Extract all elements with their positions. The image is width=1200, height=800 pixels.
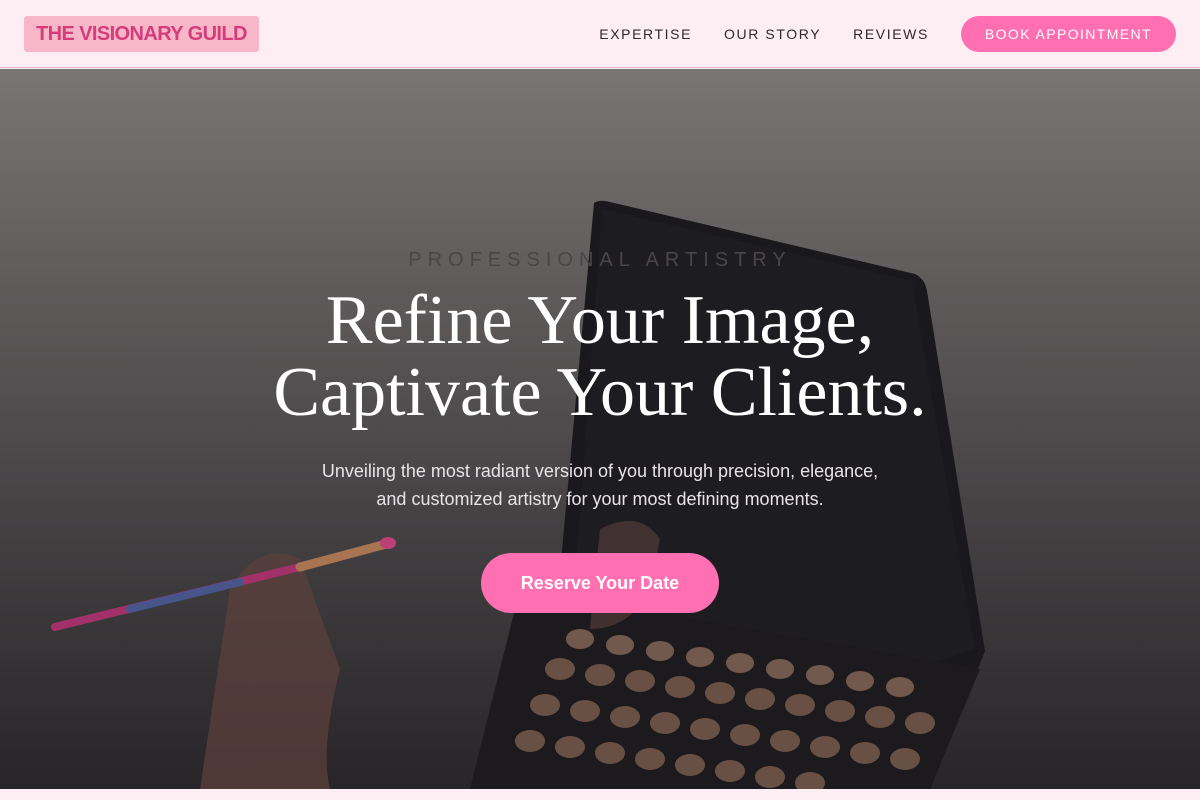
site-logo[interactable]: THE VISIONARY GUILD bbox=[24, 16, 259, 52]
page-bottom-edge bbox=[0, 789, 1200, 800]
book-appointment-button[interactable]: BOOK APPOINTMENT bbox=[960, 16, 1176, 52]
hero-subtitle-line-1: Unveiling the most radiant version of yo… bbox=[321, 461, 879, 481]
hero-subtitle: Unveiling the most radiant version of yo… bbox=[0, 457, 1200, 513]
nav-links: EXPERTISE OUR STORY REVIEWS BOOK APPOINT… bbox=[599, 16, 1176, 52]
top-navigation: THE VISIONARY GUILD EXPERTISE OUR STORY … bbox=[0, 0, 1200, 68]
hero-headline: Refine Your Image, Captivate Your Client… bbox=[0, 285, 1200, 429]
reserve-date-button[interactable]: Reserve Your Date bbox=[481, 553, 719, 613]
nav-link-our-story[interactable]: OUR STORY bbox=[724, 26, 821, 42]
hero-headline-line-1: Refine Your Image, bbox=[325, 282, 875, 359]
hero-eyebrow: PROFESSIONAL ARTISTRY bbox=[408, 249, 792, 271]
nav-link-reviews[interactable]: REVIEWS bbox=[853, 26, 929, 42]
hero-subtitle-line-2: and customized artistry for your most de… bbox=[376, 489, 824, 509]
hero-section: PROFESSIONAL ARTISTRY Refine Your Image,… bbox=[0, 69, 1200, 789]
hero-headline-line-2: Captivate Your Clients. bbox=[273, 354, 927, 431]
nav-link-expertise[interactable]: EXPERTISE bbox=[599, 26, 692, 42]
